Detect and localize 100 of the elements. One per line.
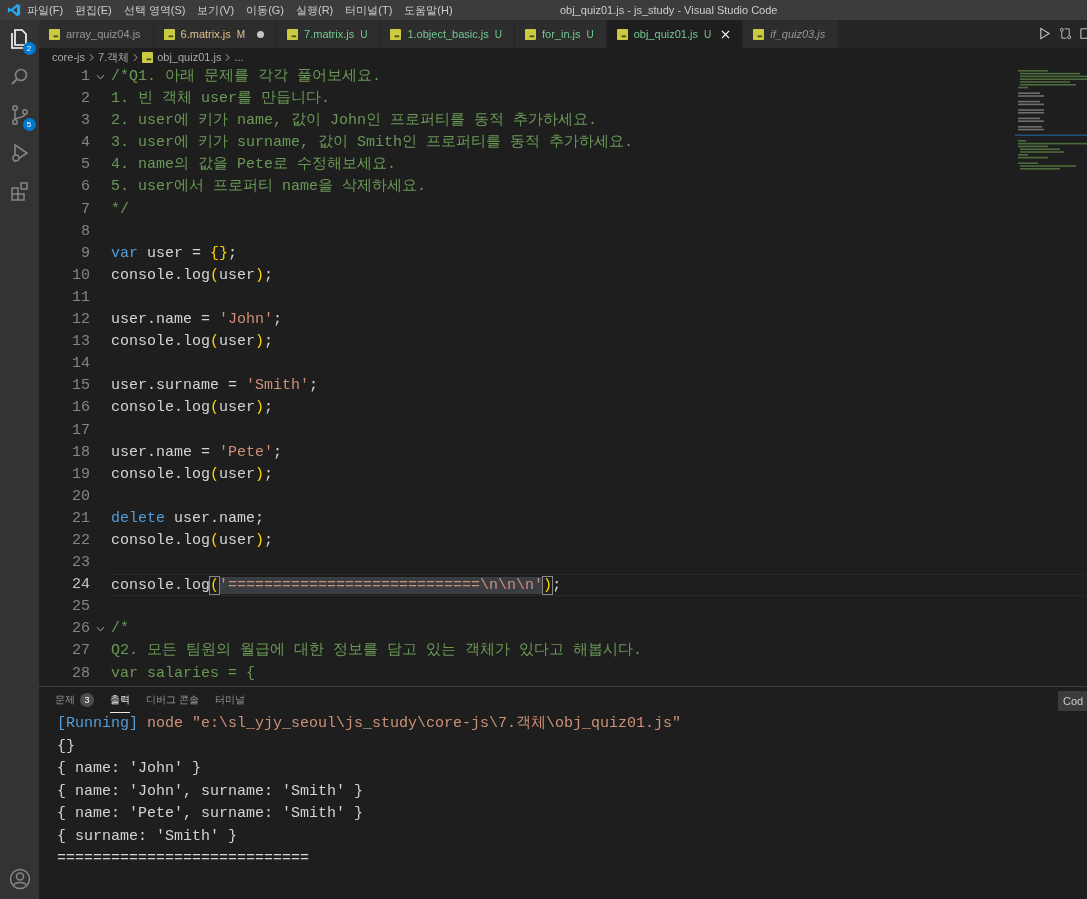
- line-number: 22: [71, 530, 90, 551]
- output-line: ============================: [57, 849, 311, 869]
- output-line: { name: 'John' }: [57, 759, 203, 779]
- code-line: user.name = 'Pete';: [111, 442, 284, 463]
- code-line: console.log(user);: [111, 265, 275, 286]
- output-line: {}: [57, 736, 76, 757]
- editor-tab[interactable]: obj_quiz01.js U: [606, 20, 744, 48]
- breadcrumb-item[interactable]: core-js: [52, 48, 85, 66]
- line-number: 3: [80, 111, 90, 132]
- chevron-right-icon: [225, 52, 231, 62]
- code-line: Q2. 모든 팀원의 월급에 대한 정보를 담고 있는 객체가 있다고 해봅시다.: [111, 641, 644, 662]
- output-line: { surname: 'Smith' }: [57, 826, 239, 847]
- line-number: 9: [80, 243, 90, 264]
- close-icon[interactable]: [721, 29, 731, 39]
- menu-item[interactable]: 터미널(T): [345, 1, 393, 19]
- line-number: 17: [71, 420, 90, 441]
- line-number: 8: [80, 221, 90, 242]
- line-number: 4: [80, 133, 90, 154]
- js-file-icon: [49, 28, 60, 40]
- line-number: 18: [71, 442, 90, 463]
- js-file-icon: [163, 28, 175, 40]
- line-number: 27: [71, 641, 90, 662]
- split-editor-icon[interactable]: [1080, 27, 1087, 40]
- menu-item[interactable]: 실행(R): [296, 1, 334, 19]
- git-status: U: [494, 27, 502, 42]
- code-line: /*: [111, 619, 130, 640]
- menu-item[interactable]: 파일(F): [27, 1, 64, 19]
- code-line: console.log(user);: [111, 530, 275, 551]
- editor-tab[interactable]: for_in.js U: [515, 20, 607, 48]
- line-number: 16: [71, 398, 90, 419]
- code-line: */: [111, 199, 130, 220]
- line-number: 28: [71, 663, 90, 684]
- code-line: 2. user에 키가 name, 값이 John인 프로퍼티를 동적 추가하세요.: [111, 111, 599, 132]
- line-number: 20: [71, 486, 90, 507]
- code-line: 3. user에 키가 surname, 값이 Smith인 프로퍼티를 동적 추가하세요.: [111, 133, 635, 154]
- menu-item[interactable]: 보기(V): [197, 1, 235, 19]
- code-line: var user = {};: [111, 243, 239, 264]
- js-file-icon: [616, 28, 628, 40]
- line-number: 15: [71, 376, 90, 397]
- git-status: M: [236, 27, 246, 42]
- line-number: 7: [80, 199, 90, 220]
- account-icon[interactable]: [7, 867, 32, 891]
- code-line: console.log(user);: [111, 398, 275, 419]
- code-line: /*Q1. 아래 문제를 각각 풀어보세요.: [111, 67, 382, 87]
- menu-item[interactable]: 도움말(H): [404, 1, 453, 19]
- code-line: user.surname = 'Smith';: [111, 376, 320, 397]
- chevron-right-icon: [89, 52, 94, 62]
- line-number: 6: [80, 177, 90, 198]
- run-icon[interactable]: [1038, 27, 1051, 40]
- js-file-icon: [142, 51, 154, 63]
- line-number: 10: [71, 265, 90, 286]
- panel-tab[interactable]: 디버그 콘솔: [146, 687, 199, 713]
- compare-changes-icon[interactable]: [1059, 27, 1072, 40]
- output-line: { name: 'Pete', surname: 'Smith' }: [57, 804, 365, 824]
- line-number: 24: [71, 575, 90, 596]
- git-status: U: [703, 27, 712, 42]
- code-line: user.name = 'John';: [111, 310, 284, 331]
- menu-item[interactable]: 선택 영역(S): [123, 1, 186, 19]
- count-badge: 2: [22, 42, 36, 55]
- editor-tab[interactable]: 7.matrix.js U: [277, 20, 381, 48]
- breadcrumb-item[interactable]: ...: [234, 48, 244, 66]
- code-line: delete user.name;: [111, 508, 266, 529]
- js-file-icon: [390, 28, 402, 40]
- line-number: 21: [71, 508, 90, 529]
- line-number: 11: [71, 287, 90, 308]
- editor-tab[interactable]: 6.matrix.js M: [153, 20, 278, 48]
- code-line: console.log(user);: [111, 464, 275, 485]
- count-badge: 3: [80, 693, 94, 707]
- line-number: 13: [71, 332, 90, 353]
- panel-tab[interactable]: 터미널: [214, 687, 245, 713]
- chevron-down-icon[interactable]: [96, 626, 105, 633]
- editor-tab[interactable]: 1.object_basic.js U: [380, 20, 515, 48]
- line-number: 19: [71, 464, 90, 485]
- breadcrumb-item[interactable]: obj_quiz01.js: [157, 48, 222, 66]
- line-number: 12: [71, 310, 90, 331]
- count-badge: 5: [22, 118, 36, 131]
- js-file-icon: [753, 28, 765, 40]
- editor-tab[interactable]: if_quiz03.js: [743, 20, 839, 48]
- code-line: console.log('============================\n\n\n');: [111, 574, 1087, 597]
- git-status: U: [360, 27, 368, 42]
- line-number: 26: [71, 619, 90, 640]
- output-line: [Running] node "e:\sl_yjy_seoul\js_study\core-js\7.객체\obj_quiz01.js": [57, 714, 683, 734]
- code-line: 4. name의 값을 Pete로 수정해보세요.: [111, 155, 398, 176]
- menu-item[interactable]: 편집(E): [75, 1, 112, 19]
- chevron-right-icon: [133, 52, 139, 62]
- breadcrumb-item[interactable]: 7.객체: [98, 48, 130, 66]
- window-title: obj_quiz01.js - js_study - Visual Studio Code: [560, 3, 778, 18]
- line-number: 5: [80, 155, 90, 176]
- code-line: var salaries = {: [111, 663, 257, 684]
- chevron-down-icon[interactable]: [96, 74, 105, 81]
- panel-tab[interactable]: 문제: [55, 687, 75, 713]
- line-number: 23: [71, 553, 90, 574]
- git-status: U: [586, 27, 594, 42]
- line-number: 2: [80, 89, 90, 110]
- output-line: { name: 'John', surname: 'Smith' }: [57, 781, 365, 802]
- output-channel-dropdown[interactable]: Cod: [1058, 691, 1087, 711]
- panel-tab[interactable]: 출력: [110, 687, 130, 713]
- app-logo-icon: [7, 3, 21, 17]
- menu-item[interactable]: 이동(G): [246, 1, 284, 19]
- editor-tab[interactable]: array_quiz04.js: [39, 20, 154, 48]
